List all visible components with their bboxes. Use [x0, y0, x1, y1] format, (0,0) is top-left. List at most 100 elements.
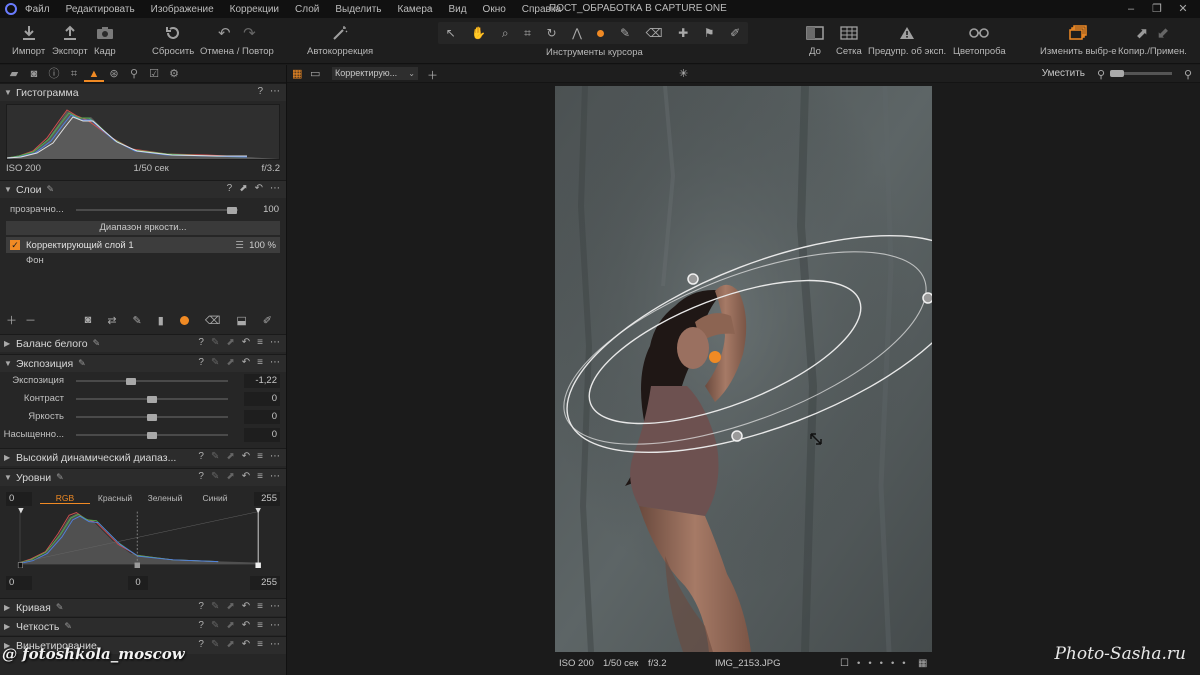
reset-section-icon[interactable]: ↶: [242, 337, 250, 348]
levels-tab-blue[interactable]: Синий: [190, 493, 240, 504]
help-icon[interactable]: ?: [257, 86, 263, 97]
help-icon[interactable]: ?: [198, 357, 204, 368]
show-mask-icon[interactable]: ◙: [85, 314, 92, 326]
collapse-arrow-icon[interactable]: ▼: [4, 185, 16, 194]
curve-header[interactable]: ▶ Кривая ✎ ? ✎ ⬈ ↶ ≡ ⋯: [0, 598, 286, 616]
redo-icon[interactable]: ↷: [243, 24, 256, 42]
collapse-arrow-icon[interactable]: ▼: [4, 88, 16, 97]
more-icon[interactable]: ⋯: [270, 471, 280, 482]
undo-icon[interactable]: ↶: [218, 24, 231, 42]
menu-edit[interactable]: Редактировать: [66, 4, 135, 15]
layers-header[interactable]: ▼ Слои ✎ ? ⬈ ↶ ⋯: [0, 180, 286, 198]
layer-opacity-slider-icon[interactable]: ☰: [235, 240, 244, 251]
copy-icon[interactable]: ⬈: [226, 639, 234, 650]
invert-mask-icon[interactable]: ⇄: [107, 314, 116, 327]
menu-file[interactable]: Файл: [25, 4, 50, 15]
collapse-arrow-icon[interactable]: ▼: [4, 473, 16, 482]
contrast-slider-thumb[interactable]: [147, 396, 157, 403]
maximize-button[interactable]: ❐: [1144, 1, 1170, 17]
eraser-icon[interactable]: ⌫: [646, 26, 663, 40]
reset-section-icon[interactable]: ↶: [242, 357, 250, 368]
help-icon[interactable]: ?: [227, 183, 233, 194]
layer-item-adjustment-1[interactable]: ✓ Корректирующий слой 1 ☰ 100 %: [6, 237, 280, 253]
rating-box-icon[interactable]: ☐: [840, 658, 849, 669]
levels-output-mid[interactable]: 0: [128, 576, 148, 590]
rotate-icon[interactable]: ↻: [546, 26, 556, 40]
picker-icon[interactable]: ✎: [211, 357, 219, 368]
reset-button[interactable]: Сбросить: [152, 22, 194, 57]
layer-enabled-checkbox[interactable]: ✓: [10, 240, 20, 250]
brightness-value[interactable]: 0: [244, 410, 280, 424]
info-tab-icon[interactable]: ⓘ: [44, 66, 64, 82]
pen-icon[interactable]: ✎: [56, 602, 64, 613]
menu-adjustments[interactable]: Коррекции: [230, 4, 279, 15]
help-icon[interactable]: ?: [198, 620, 204, 631]
menu-select[interactable]: Выделить: [335, 4, 381, 15]
more-icon[interactable]: ⋯: [270, 337, 280, 348]
copy-icon[interactable]: ⬈: [226, 620, 234, 631]
zoom-in-icon[interactable]: ⚲: [1184, 68, 1192, 81]
copy-icon[interactable]: ⬈: [226, 357, 234, 368]
menu-camera[interactable]: Камера: [398, 4, 433, 15]
import-button[interactable]: Импорт: [12, 22, 45, 57]
list-icon[interactable]: ≡: [257, 451, 263, 462]
levels-input-left[interactable]: 0: [6, 492, 32, 506]
levels-tab-rgb[interactable]: RGB: [40, 493, 90, 504]
collapse-arrow-icon[interactable]: ▼: [4, 359, 16, 368]
opacity-slider-track[interactable]: [76, 209, 238, 211]
more-icon[interactable]: ⋯: [270, 357, 280, 368]
picker-icon[interactable]: ✎: [211, 639, 219, 650]
menu-layer[interactable]: Слой: [295, 4, 319, 15]
heal-icon[interactable]: ✚: [678, 26, 688, 40]
annotate-icon[interactable]: ✐: [730, 26, 740, 40]
zoom-fit-label[interactable]: Уместить: [1042, 68, 1085, 79]
expand-arrow-icon[interactable]: ▶: [4, 603, 16, 612]
autocorrect-button[interactable]: Автокоррекция: [307, 22, 373, 57]
list-icon[interactable]: ≡: [257, 357, 263, 368]
keystone-icon[interactable]: ⋀: [572, 26, 582, 40]
crop-icon[interactable]: ⌗: [524, 26, 531, 41]
close-button[interactable]: ✕: [1170, 1, 1196, 17]
before-button[interactable]: До: [806, 22, 824, 57]
list-icon[interactable]: ≡: [257, 601, 263, 612]
undo-redo-button[interactable]: ↶ ↷ Отмена / Повтор: [200, 22, 274, 57]
picker-icon[interactable]: ✎: [211, 471, 219, 482]
capture-button[interactable]: Кадр: [94, 22, 116, 57]
list-icon[interactable]: ≡: [257, 471, 263, 482]
expand-arrow-icon[interactable]: ▶: [4, 453, 16, 462]
white-balance-header[interactable]: ▶ Баланс белого ✎ ? ✎ ⬈ ↶ ≡ ⋯: [0, 334, 286, 352]
clarity-header[interactable]: ▶ Четкость ✎ ? ✎ ⬈ ↶ ≡ ⋯: [0, 617, 286, 635]
library-tab-icon[interactable]: ▰: [4, 66, 24, 82]
layer-selector[interactable]: Корректирую... ⌄: [332, 67, 418, 80]
more-icon[interactable]: ⋯: [270, 451, 280, 462]
copy-icon[interactable]: ⬈: [226, 337, 234, 348]
contrast-value[interactable]: 0: [244, 392, 280, 406]
copy-icon[interactable]: ⬈: [226, 601, 234, 612]
opacity-slider-thumb[interactable]: [226, 207, 237, 214]
help-icon[interactable]: ?: [198, 451, 204, 462]
zoom-slider[interactable]: [1110, 70, 1172, 77]
pen-mask-icon[interactable]: ✐: [263, 314, 272, 327]
exposure-warning-button[interactable]: Предупр. об эксп.: [868, 22, 946, 57]
brightness-slider-thumb[interactable]: [147, 414, 157, 421]
histogram-header[interactable]: ▼ Гистограмма ? ⋯: [0, 83, 286, 101]
more-icon[interactable]: ⋯: [270, 86, 280, 97]
menu-view[interactable]: Вид: [448, 4, 466, 15]
details-tab-icon[interactable]: ⚲: [124, 66, 144, 82]
levels-tab-red[interactable]: Красный: [90, 493, 140, 504]
zoom-out-icon[interactable]: ⚲: [1097, 68, 1105, 81]
eraser-mask-icon[interactable]: ⌫: [205, 314, 221, 327]
capture-tab-icon[interactable]: ◙: [24, 66, 44, 82]
color-tag-icon[interactable]: ▦: [918, 658, 927, 669]
zoom-slider-knob[interactable]: [1110, 70, 1124, 77]
add-layer-icon[interactable]: ＋: [6, 312, 17, 328]
more-icon[interactable]: ⋯: [270, 183, 280, 194]
layer-item-background[interactable]: Фон: [26, 255, 280, 269]
pen-icon[interactable]: ✎: [64, 621, 72, 632]
color-tab-icon[interactable]: ⊛: [104, 66, 124, 82]
levels-tab-green[interactable]: Зеленый: [140, 493, 190, 504]
more-icon[interactable]: ⋯: [270, 620, 280, 631]
reset-section-icon[interactable]: ↶: [242, 471, 250, 482]
help-icon[interactable]: ?: [198, 639, 204, 650]
loupe-icon[interactable]: ⌕: [502, 26, 509, 41]
